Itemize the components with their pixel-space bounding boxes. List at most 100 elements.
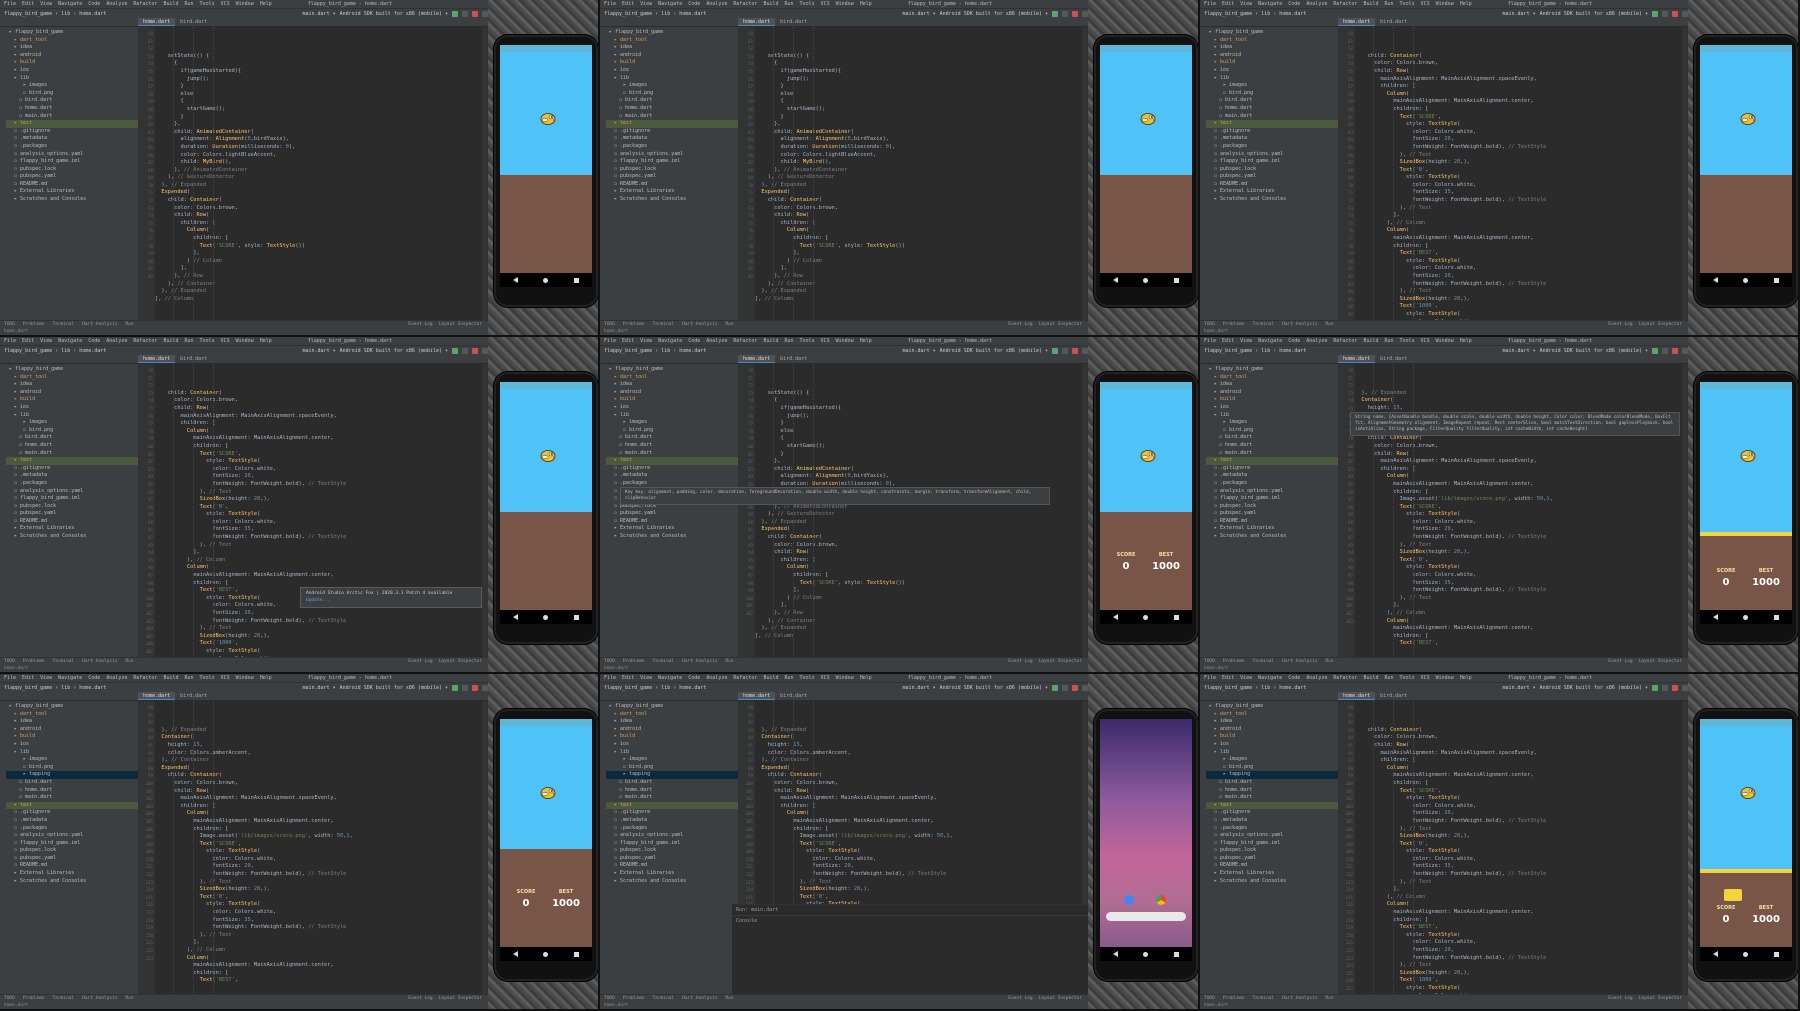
project-tree-item[interactable]: ▫ pubspec.yaml [606, 510, 738, 518]
run-config-selector[interactable]: main.dart ▾ [303, 685, 336, 691]
menu-item[interactable]: View [640, 338, 652, 344]
game-sky[interactable] [500, 52, 592, 175]
status-right-item[interactable]: Event Log [408, 322, 432, 327]
menu-item[interactable]: Tools [200, 338, 215, 344]
recents-icon[interactable] [1774, 277, 1780, 283]
project-tree-item[interactable]: ▸ build [606, 396, 738, 404]
code-line[interactable]: Column( [1355, 618, 1682, 626]
code-line[interactable]: ), // Expanded [755, 727, 1082, 735]
project-tree-item[interactable]: ▸ flappy_bird_game [1206, 366, 1338, 374]
code-line[interactable]: color: Colors.brown, [1355, 60, 1682, 68]
code-line[interactable]: }, [155, 121, 482, 129]
back-icon[interactable] [512, 614, 518, 620]
code-line[interactable]: ), // Text [755, 879, 1082, 887]
menu-item[interactable]: Navigate [1258, 1, 1282, 7]
tool-window-tab[interactable]: Terminal [1253, 322, 1275, 327]
status-right-item[interactable]: Event Log [408, 996, 432, 1001]
project-tree-item[interactable]: ▫ main.dart [1206, 113, 1338, 121]
code-line[interactable]: children: [ [155, 220, 482, 228]
code-line[interactable]: Column( [155, 227, 482, 235]
code-line[interactable]: color: Colors.white, [155, 909, 482, 917]
project-tree-item[interactable]: ▫ main.dart [6, 794, 138, 802]
stop-icon[interactable] [1072, 10, 1078, 17]
stop-icon[interactable] [1072, 684, 1078, 691]
project-tree-item[interactable]: ▸ build [1206, 59, 1338, 67]
project-tree-item[interactable]: ▫ bird.png [1206, 764, 1338, 772]
project-tree-item[interactable]: ▸ android [6, 52, 138, 60]
code-line[interactable]: Expanded( [755, 189, 1082, 197]
project-tree-item[interactable]: ▫ bird.dart [606, 97, 738, 105]
code-line[interactable]: ], [755, 602, 1082, 610]
project-breadcrumb[interactable]: flappy_bird_game › lib › home.dart [4, 11, 106, 17]
status-right-item[interactable]: Layout Inspector [1639, 322, 1682, 327]
menu-item[interactable]: Edit [1222, 338, 1234, 344]
code-line[interactable]: fontWeight: FontWeight.bold), // TextSty… [1355, 197, 1682, 205]
code-line[interactable]: color: Colors.white, [155, 856, 482, 864]
code-line[interactable]: child: Row( [755, 788, 1082, 796]
code-line[interactable]: ), // GestureDetector [155, 174, 482, 182]
code-line[interactable]: Text('SCORE', [1355, 504, 1682, 512]
project-tree-item[interactable]: ▸ android [1206, 52, 1338, 60]
menu-item[interactable]: Tools [1400, 1, 1415, 7]
project-breadcrumb[interactable]: flappy_bird_game › lib › home.dart [4, 685, 106, 691]
project-tree-item[interactable]: ▫ .packages [6, 480, 138, 488]
game-sky[interactable] [1700, 52, 1792, 175]
menu-item[interactable]: Window [836, 338, 854, 344]
project-tree-item[interactable]: ▫ pubspec.lock [1206, 847, 1338, 855]
project-tree-item[interactable]: ▸ test [606, 120, 738, 128]
code-line[interactable]: style: TextStyle( [755, 848, 1082, 856]
menu-item[interactable]: Tools [800, 675, 815, 681]
tool-window-tab[interactable]: Dart Analysis [1282, 659, 1317, 664]
project-tree-item[interactable]: ▸ Scratches and Consoles [6, 533, 138, 541]
project-tree-item[interactable]: ▫ .gitignore [6, 465, 138, 473]
project-tree-item[interactable]: ▫ flappy_bird_game.iml [1206, 158, 1338, 166]
menu-item[interactable]: Tools [200, 1, 215, 7]
project-tree-item[interactable]: ▫ .packages [6, 143, 138, 151]
menu-item[interactable]: Window [1436, 675, 1454, 681]
menu-item[interactable]: Build [1363, 338, 1378, 344]
menu-item[interactable]: File [604, 338, 616, 344]
code-line[interactable]: mainAxisAlignment: MainAxisAlignment.cen… [155, 572, 482, 580]
code-line[interactable]: Text('SCORE', [1355, 114, 1682, 122]
project-tree-item[interactable]: ▫ .gitignore [6, 809, 138, 817]
code-line[interactable]: ), // Column [1355, 220, 1682, 228]
editor-tab[interactable]: home.dart [738, 18, 776, 26]
project-tree-item[interactable]: ▫ pubspec.lock [6, 503, 138, 511]
code-line[interactable]: Column( [1355, 765, 1682, 773]
debug-icon[interactable] [1662, 347, 1668, 354]
menu-item[interactable]: VCS [821, 675, 830, 681]
menu-item[interactable]: Help [260, 675, 272, 681]
code-line[interactable]: ), // Expanded [155, 288, 482, 296]
debug-icon[interactable] [462, 684, 468, 691]
project-tree-item[interactable]: ▫ .gitignore [1206, 465, 1338, 473]
code-line[interactable]: ), // AnimatedContainer [155, 167, 482, 175]
menu-item[interactable]: View [1240, 1, 1252, 7]
menu-item[interactable]: File [4, 338, 16, 344]
project-tree-item[interactable]: ▸ Scratches and Consoles [606, 533, 738, 541]
code-line[interactable]: SizedBox(height: 20,), [1355, 970, 1682, 978]
code-line[interactable]: startGame(); [155, 106, 482, 114]
code-line[interactable]: setState(() { [755, 53, 1082, 61]
project-tree-item[interactable]: ▫ analysis_options.yaml [606, 832, 738, 840]
project-tree-item[interactable]: ▸ dart_tool [606, 37, 738, 45]
project-tree-item[interactable]: ▸ dart_tool [6, 374, 138, 382]
editor-tab[interactable]: bird.dart [775, 18, 812, 26]
project-tree-item[interactable]: ▫ analysis_options.yaml [1206, 488, 1338, 496]
code-line[interactable]: fontWeight: FontWeight.bold), // TextSty… [155, 618, 482, 626]
project-tree-item[interactable]: ▸ lib [6, 75, 138, 83]
code-line[interactable]: fontSize: 35, [1355, 580, 1682, 588]
project-tree-item[interactable]: ▸ idea [1206, 381, 1338, 389]
project-tree-item[interactable]: ▫ .metadata [6, 472, 138, 480]
code-line[interactable]: children: [ [155, 970, 482, 978]
project-tree-item[interactable]: ▸ images [1206, 756, 1338, 764]
menu-item[interactable]: Window [1436, 1, 1454, 7]
menu-item[interactable]: Navigate [658, 338, 682, 344]
home-icon[interactable] [543, 951, 549, 957]
menu-item[interactable]: Refactor [133, 338, 157, 344]
code-line[interactable]: ), // GestureDetector [755, 511, 1082, 519]
code-line[interactable]: Text('0', [155, 894, 482, 902]
code-line[interactable]: style: TextStyle( [155, 458, 482, 466]
menu-item[interactable]: Tools [800, 338, 815, 344]
code-line[interactable]: color: Colors.white, [1355, 939, 1682, 947]
project-breadcrumb[interactable]: flappy_bird_game › lib › home.dart [604, 348, 706, 354]
